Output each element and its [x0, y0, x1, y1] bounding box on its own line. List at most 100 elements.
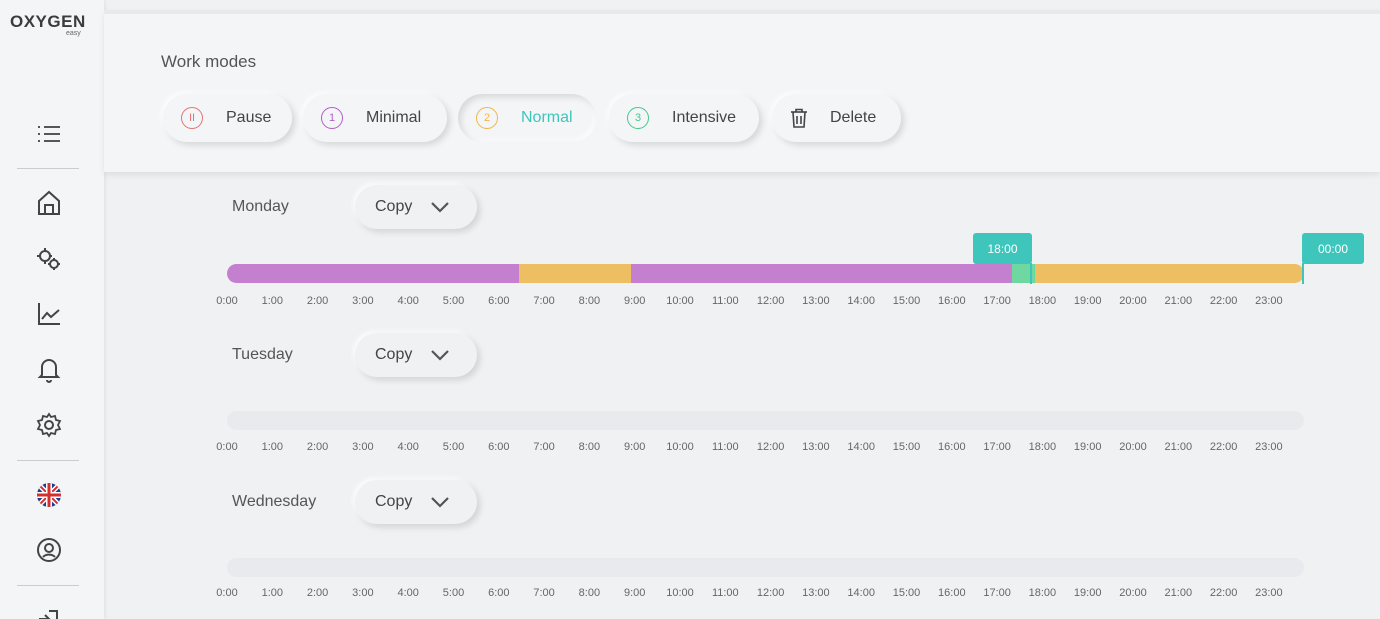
hour-tick: 16:00 [938, 587, 966, 599]
timeline-track-monday[interactable] [227, 264, 1304, 283]
settings-icon[interactable] [32, 408, 66, 442]
intensive-icon: 3 [627, 107, 649, 129]
hour-tick: 12:00 [756, 295, 785, 307]
day-label-wednesday: Wednesday [232, 493, 317, 510]
logout-icon[interactable] [32, 602, 66, 619]
time-marker[interactable]: 18:00 [973, 233, 1032, 264]
hour-tick: 12:00 [756, 441, 785, 453]
hour-tick: 19:00 [1073, 587, 1102, 599]
home-icon[interactable] [32, 186, 66, 220]
hour-tick: 23:00 [1255, 295, 1283, 307]
hour-tick: 20:00 [1119, 441, 1147, 453]
copy-button-wednesday[interactable]: Copy [355, 480, 477, 524]
hour-tick: 21:00 [1164, 587, 1193, 599]
timeline-track-wednesday[interactable] [227, 558, 1304, 577]
hour-tick: 1:00 [261, 587, 284, 599]
bell-icon[interactable] [32, 352, 66, 386]
mode-segment-normal[interactable] [518, 264, 631, 283]
minimal-icon: 1 [321, 107, 343, 129]
delete-label: Delete [830, 109, 877, 126]
hour-tick: 10:00 [666, 441, 694, 453]
mode-segment-minimal[interactable] [630, 264, 1013, 283]
hour-tick: 2:00 [306, 587, 329, 599]
timeline-track-tuesday[interactable] [227, 411, 1304, 430]
hour-tick: 11:00 [711, 587, 739, 599]
hour-tick: 12:00 [756, 587, 785, 599]
uk-flag-icon[interactable] [32, 478, 66, 512]
hour-tick: 23:00 [1255, 441, 1283, 453]
trash-icon [790, 108, 808, 128]
hour-tick: 7:00 [533, 441, 555, 453]
hour-tick: 7:00 [533, 295, 555, 307]
pause-icon: II [181, 107, 203, 129]
hour-tick: 13:00 [802, 441, 830, 453]
hour-tick: 2:00 [306, 441, 329, 453]
hour-tick: 4:00 [397, 441, 419, 453]
intensive-label: Intensive [672, 109, 737, 126]
hour-tick: 5:00 [442, 441, 465, 453]
hour-tick: 20:00 [1119, 295, 1147, 307]
support-icon[interactable] [32, 533, 66, 567]
time-marker[interactable]: 00:00 [1302, 233, 1364, 264]
delete-mode-button[interactable]: Delete [772, 94, 901, 142]
hour-tick: 16:00 [938, 295, 966, 307]
time-marker-label: 18:00 [987, 241, 1018, 256]
hour-tick: 13:00 [802, 295, 830, 307]
hour-tick: 17:00 [983, 441, 1011, 453]
intensive-mode-button[interactable]: 3 Intensive [609, 94, 759, 142]
mode-segment-minimal[interactable] [227, 264, 519, 283]
copy-label: Copy [375, 198, 413, 215]
pause-mode-button[interactable]: II Pause [163, 94, 292, 142]
hour-tick: 0:00 [216, 441, 238, 453]
copy-button-tuesday[interactable]: Copy [355, 333, 477, 377]
time-marker-line [1302, 263, 1304, 284]
hour-tick: 6:00 [488, 441, 510, 453]
work-modes-title: Work modes [161, 52, 257, 71]
mode-segment-normal[interactable] [1034, 264, 1304, 283]
hour-tick: 8:00 [578, 441, 601, 453]
minimal-label: Minimal [366, 109, 422, 126]
hour-tick: 19:00 [1073, 295, 1102, 307]
hour-ticks-wednesday: 0:00 1:00 2:00 3:00 4:00 5:00 6:00 7:00 8:00 9:00… [0, 587, 1380, 601]
normal-mode-button[interactable]: 2 Normal [458, 94, 596, 142]
sidebar-divider [17, 168, 79, 169]
chevron-down-icon [431, 350, 450, 361]
hour-tick: 11:00 [711, 441, 739, 453]
copy-button-monday[interactable]: Copy [355, 185, 477, 229]
hour-tick: 4:00 [397, 587, 419, 599]
hour-tick: 2:00 [306, 295, 329, 307]
chevron-down-icon [431, 497, 450, 508]
hour-tick: 3:00 [352, 295, 374, 307]
gears-icon[interactable] [32, 242, 66, 276]
hour-tick: 17:00 [983, 587, 1011, 599]
copy-label: Copy [375, 493, 413, 510]
hour-tick: 15:00 [892, 587, 921, 599]
hour-tick: 3:00 [352, 441, 374, 453]
hour-tick: 6:00 [488, 295, 510, 307]
hour-tick: 9:00 [623, 295, 646, 307]
hour-tick: 5:00 [442, 295, 465, 307]
hour-tick: 13:00 [802, 587, 830, 599]
hour-tick: 15:00 [892, 441, 921, 453]
menu-icon[interactable] [32, 117, 66, 151]
hour-tick: 4:00 [397, 295, 419, 307]
sidebar: OXYGEN easy [0, 0, 104, 619]
hour-tick: 22:00 [1209, 295, 1238, 307]
hour-ticks-tuesday: 0:00 1:00 2:00 3:00 4:00 5:00 6:00 7:00 8:00 9:00… [0, 441, 1380, 455]
hour-tick: 14:00 [847, 441, 875, 453]
pause-label: Pause [226, 109, 272, 126]
hour-tick: 18:00 [1028, 295, 1057, 307]
minimal-mode-button[interactable]: 1 Minimal [303, 94, 447, 142]
hour-tick: 10:00 [666, 587, 694, 599]
hour-tick: 21:00 [1164, 295, 1193, 307]
normal-label: Normal [521, 109, 573, 126]
hour-tick: 0:00 [216, 587, 238, 599]
normal-icon: 2 [476, 107, 498, 129]
hour-ticks-monday: 0:00 1:00 2:00 3:00 4:00 5:00 6:00 7:00 8:00 9:00… [0, 295, 1380, 309]
hour-tick: 17:00 [983, 295, 1011, 307]
hour-tick: 18:00 [1028, 587, 1057, 599]
hour-tick: 11:00 [711, 295, 739, 307]
hour-tick: 6:00 [488, 587, 510, 599]
hour-tick: 19:00 [1073, 441, 1102, 453]
hour-tick: 23:00 [1255, 587, 1283, 599]
